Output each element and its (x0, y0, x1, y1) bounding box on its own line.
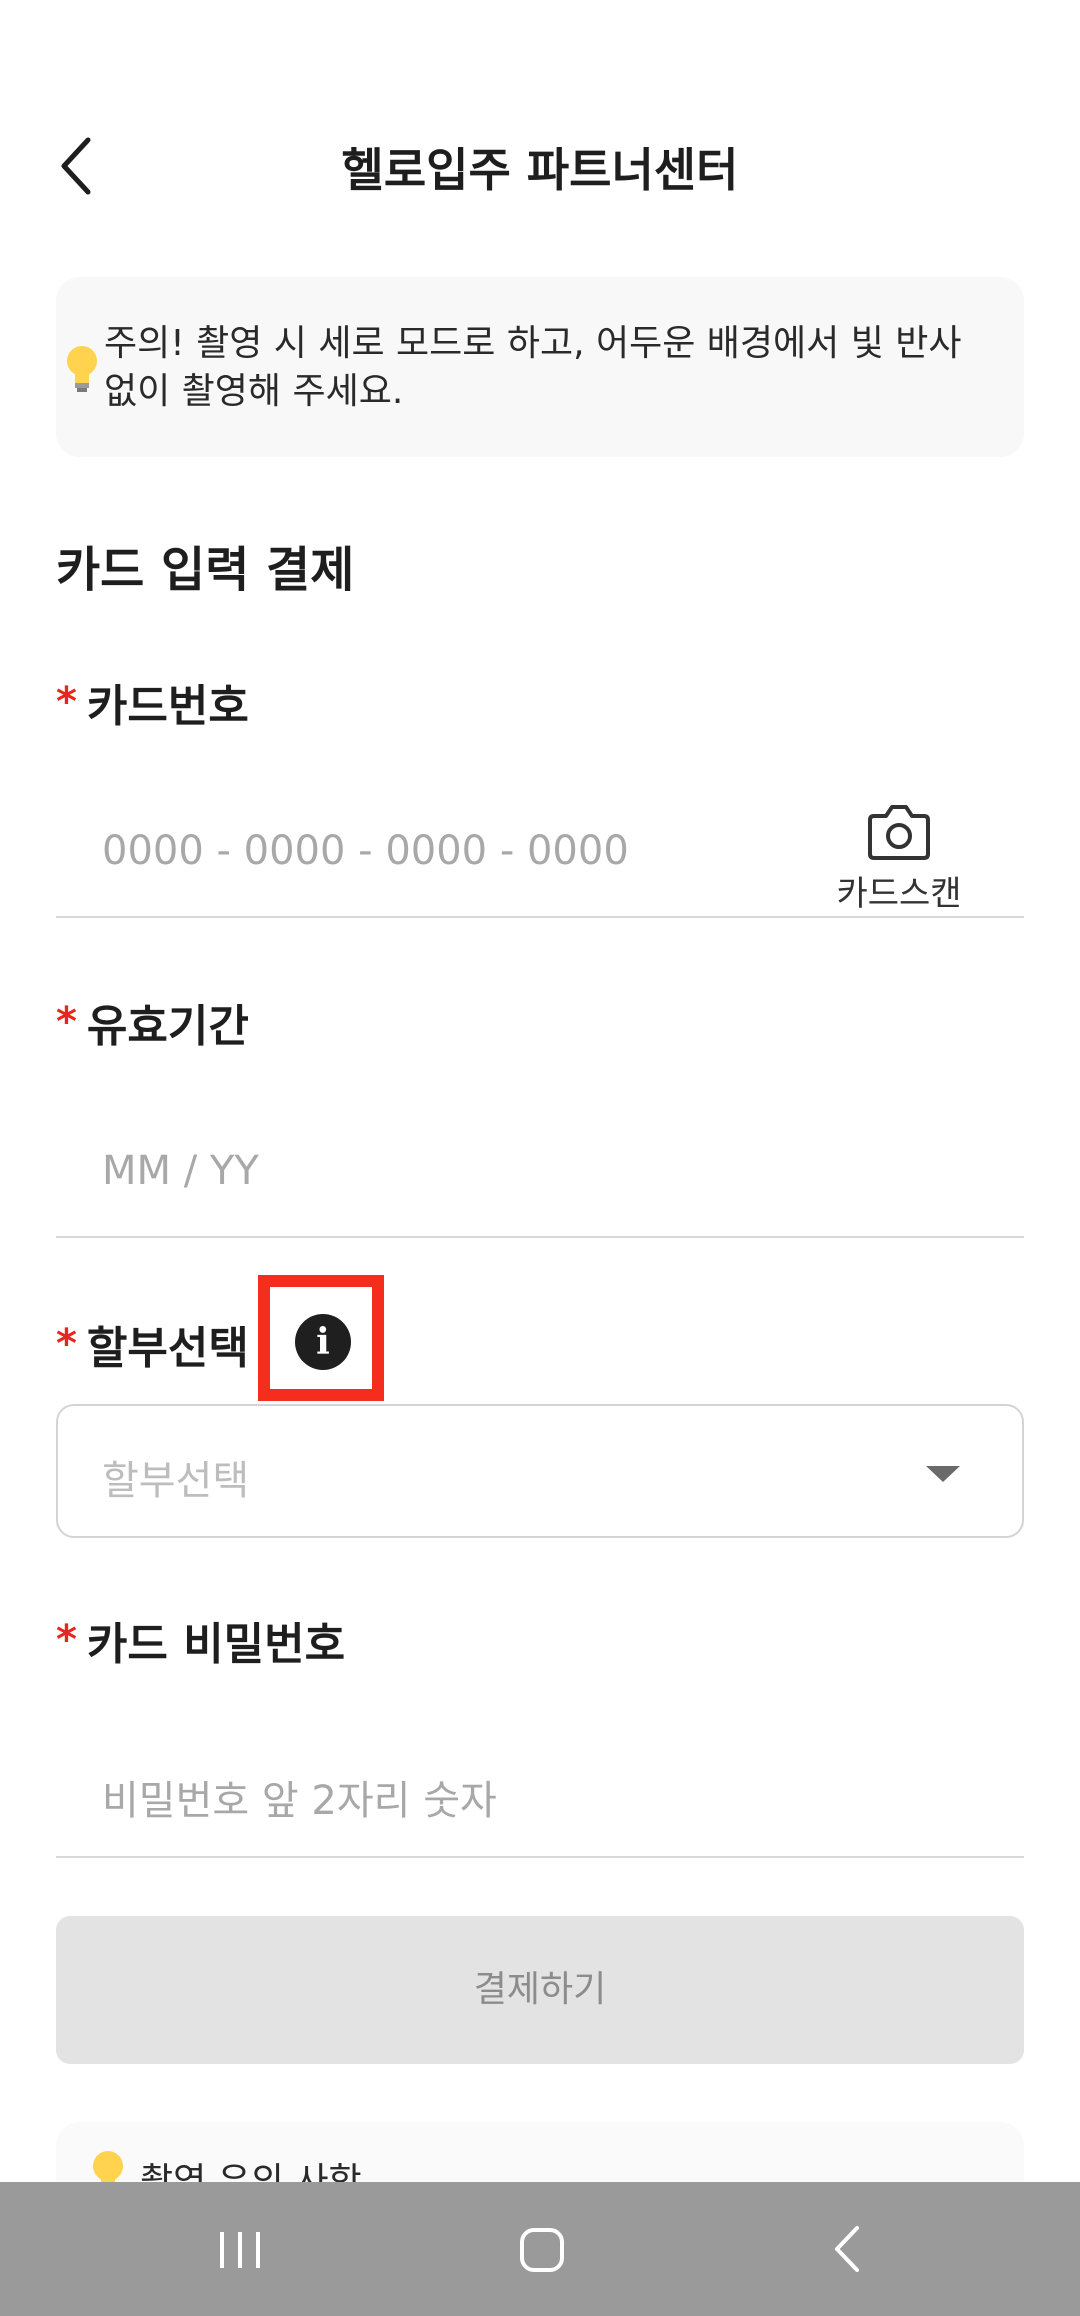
camera-icon (868, 805, 930, 860)
required-mark: * (56, 679, 77, 725)
required-mark: * (56, 999, 77, 1045)
page-title: 헬로입주 파트너센터 (341, 143, 739, 197)
card-password-label: * 카드 비밀번호 (56, 1608, 345, 1672)
installment-placeholder: 할부선택 (102, 1458, 250, 1504)
card-number-label-text: 카드번호 (86, 681, 249, 732)
installment-select[interactable]: 할부선택 (56, 1404, 1024, 1538)
card-password-placeholder: 비밀번호 앞 2자리 숫자 (102, 1778, 497, 1824)
dropdown-caret-icon (926, 1466, 960, 1482)
notice-text: 주의! 촬영 시 세로 모드로 하고, 어두운 배경에서 빛 반사 없이 촬영해… (104, 323, 962, 412)
installment-label-text: 할부선택 (86, 1323, 249, 1374)
recent-apps-icon (220, 2232, 260, 2268)
app-header: 헬로입주 파트너센터 (0, 90, 1080, 240)
lightbulb-icon (67, 346, 97, 392)
info-icon[interactable]: i (295, 1314, 351, 1370)
installment-label: * 할부선택 (56, 1312, 249, 1376)
card-number-input[interactable]: 0000 - 0000 - 0000 - 0000 카드스캔 (56, 792, 1024, 918)
nav-back-button[interactable] (777, 2182, 917, 2316)
card-number-placeholder: 0000 - 0000 - 0000 - 0000 (102, 828, 629, 874)
expiry-label-text: 유효기간 (86, 1001, 249, 1052)
expiry-input[interactable]: MM / YY (56, 1112, 1024, 1238)
notice-box: 주의! 촬영 시 세로 모드로 하고, 어두운 배경에서 빛 반사 없이 촬영해… (56, 277, 1024, 457)
nav-back-icon (835, 2226, 859, 2272)
card-password-input[interactable]: 비밀번호 앞 2자리 숫자 (56, 1732, 1024, 1858)
info-highlight-box: i (258, 1275, 384, 1401)
system-nav-bar (0, 2182, 1080, 2316)
card-scan-button[interactable]: 카드스캔 (824, 802, 974, 914)
section-title: 카드 입력 결제 (56, 542, 355, 598)
required-mark: * (56, 1321, 77, 1367)
expiry-label: * 유효기간 (56, 990, 249, 1054)
required-mark: * (56, 1617, 77, 1663)
card-scan-label: 카드스캔 (836, 874, 962, 914)
info-highlight-inner: i (270, 1287, 372, 1389)
home-button[interactable] (472, 2182, 612, 2316)
expiry-placeholder: MM / YY (102, 1148, 259, 1194)
card-number-label: * 카드번호 (56, 670, 249, 734)
recent-apps-button[interactable] (170, 2182, 310, 2316)
pay-button[interactable]: 결제하기 (56, 1916, 1024, 2064)
card-password-label-text: 카드 비밀번호 (86, 1619, 346, 1670)
home-icon (520, 2228, 564, 2272)
